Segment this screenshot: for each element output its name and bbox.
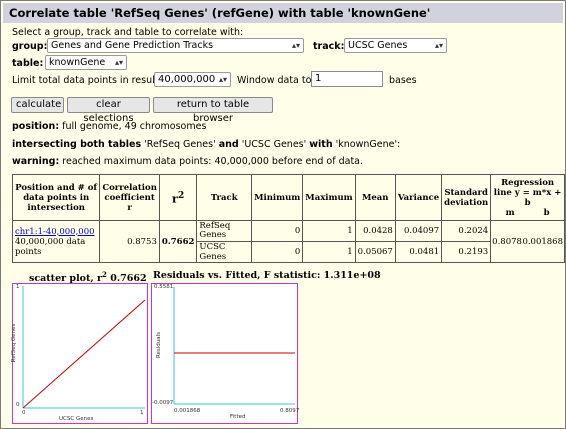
- regression-m: 0.8078: [492, 236, 522, 247]
- group-select[interactable]: Genes and Gene Prediction Tracks ▴▾: [47, 38, 304, 53]
- table-select-value: knownGene: [49, 57, 106, 68]
- header-m: m: [505, 207, 515, 218]
- track-name: UCSC Genes: [196, 241, 253, 263]
- position-value: full genome, 49 chromosomes: [62, 121, 207, 132]
- header-stddev: Standard deviation: [441, 174, 492, 221]
- calculate-button[interactable]: calculate: [11, 97, 64, 113]
- position-link[interactable]: chr1:1-40,000,000: [15, 227, 97, 237]
- header-b: b: [543, 207, 550, 218]
- table-row: chr1:1-40,000,000 40,000,000 data points…: [11, 220, 565, 263]
- header-r2-sup: 2: [177, 189, 185, 201]
- position-line: position: full genome, 49 chromosomes: [12, 121, 206, 132]
- limit-label: Limit total data points in result:: [12, 75, 162, 86]
- clear-selections-button[interactable]: clear selections: [67, 97, 150, 124]
- results-table: Position and # of data points in interse…: [11, 174, 565, 263]
- residuals-y-label: Residuals: [156, 331, 163, 359]
- track-select-value: UCSC Genes: [348, 40, 408, 51]
- window-input[interactable]: 1: [311, 71, 383, 87]
- scatter-y-label: RefSeq Genes: [11, 323, 18, 363]
- warning-value: reached maximum data points: 40,000,000 …: [62, 156, 364, 167]
- regression-cell: 0.8078 0.001868: [490, 220, 565, 263]
- header-regression-label: Regression line y = m*x + b: [493, 177, 562, 208]
- regression-b: 0.001868: [522, 236, 563, 247]
- header-mean: Mean: [354, 174, 396, 221]
- header-r2: r2: [158, 174, 198, 221]
- intersect-line: intersecting both tables 'RefSeq Genes' …: [12, 139, 400, 150]
- group-select-value: Genes and Gene Prediction Tracks: [51, 40, 214, 51]
- variance-value: 0.0481: [394, 241, 443, 263]
- residuals-x-right: 0.8097: [280, 408, 300, 414]
- stddev-value: 0.2024: [441, 220, 492, 242]
- minimum-value: 0: [251, 220, 304, 242]
- table-label: table:: [12, 58, 44, 69]
- residuals-plot-svg: [173, 287, 295, 405]
- residuals-y-top: 0.5581: [154, 284, 174, 290]
- variance-value: 0.04097: [394, 220, 443, 242]
- warning-line: warning: reached maximum data points: 40…: [12, 156, 363, 167]
- header-maximum: Maximum: [302, 174, 356, 221]
- maximum-value: 1: [302, 241, 356, 263]
- scatter-plot-svg: [22, 286, 146, 409]
- residuals-x-label: Fitted: [230, 414, 246, 420]
- stddev-value: 0.2193: [441, 241, 492, 263]
- return-to-table-browser-button[interactable]: return to table browser: [153, 97, 273, 124]
- intersect-tail: 'knownGene':: [332, 139, 401, 150]
- r2-value: 0.7662: [158, 220, 198, 263]
- window-label: Window data to:: [237, 75, 315, 86]
- intersect-label: intersecting both tables: [12, 139, 142, 150]
- chevron-down-icon: ▴▾: [434, 41, 443, 50]
- residuals-plot: 0.5581 -0.0097 0.001868 0.8097 Fitted Re…: [151, 283, 300, 424]
- track-name: RefSeq Genes: [196, 220, 253, 242]
- position-cell: chr1:1-40,000,000 40,000,000 data points: [11, 220, 101, 263]
- intersect-with: with: [309, 139, 333, 150]
- mean-value: 0.05067: [354, 241, 396, 263]
- table-header-row: Position and # of data points in interse…: [11, 174, 565, 221]
- warning-label: warning:: [12, 156, 60, 167]
- intersect-and: and: [218, 139, 239, 150]
- scatter-x-label: UCSC Genes: [59, 416, 94, 422]
- header-variance: Variance: [394, 174, 443, 221]
- limit-select-value: 40,000,000: [158, 74, 216, 85]
- group-label: group:: [12, 41, 48, 52]
- track-label: track:: [313, 41, 345, 52]
- scatter-title-sup: 2: [102, 270, 107, 279]
- maximum-value: 1: [302, 220, 356, 242]
- residuals-y-bottom: -0.0097: [152, 400, 174, 406]
- table-select[interactable]: knownGene ▴▾: [45, 55, 127, 70]
- header-position: Position and # of data points in interse…: [11, 174, 101, 221]
- header-regression-sub: m b: [491, 208, 564, 218]
- datapoints-count: 40,000,000 data points: [15, 236, 86, 257]
- residuals-x-left: 0.001868: [174, 408, 201, 414]
- window-unit: bases: [389, 75, 417, 86]
- chevron-down-icon: ▴▾: [114, 58, 123, 67]
- limit-select[interactable]: 40,000,000 ▴▾: [154, 72, 231, 87]
- header-regression: Regression line y = m*x + b m b: [490, 174, 565, 221]
- mean-value: 0.0428: [354, 220, 396, 242]
- correlation-value: 0.8753: [99, 220, 160, 263]
- intro-text: Select a group, track and table to corre…: [12, 27, 244, 38]
- header-minimum: Minimum: [251, 174, 304, 221]
- page-frame: Correlate table 'RefSeq Genes' (refGene)…: [0, 0, 566, 429]
- intersect-table2: 'UCSC Genes': [238, 139, 310, 150]
- minimum-value: 0: [251, 241, 304, 263]
- scatter-x-left: 0: [22, 410, 26, 416]
- chevron-down-icon: ▴▾: [291, 41, 300, 50]
- scatter-x-right: 1: [140, 410, 144, 416]
- scatter-regression-line: [22, 299, 146, 409]
- scatter-y-bottom: 0: [16, 402, 20, 408]
- track-select[interactable]: UCSC Genes ▴▾: [344, 38, 447, 53]
- page-title: Correlate table 'RefSeq Genes' (refGene)…: [3, 3, 563, 23]
- scatter-y-top: 1: [16, 284, 20, 290]
- header-track: Track: [196, 174, 253, 221]
- header-correlation: Correlation coefficient r: [99, 174, 160, 221]
- intersect-table1: 'RefSeq Genes': [141, 139, 219, 150]
- chevron-down-icon: ▴▾: [218, 75, 227, 84]
- scatter-plot: 1 0 0 1 UCSC Genes RefSeq Genes: [11, 283, 148, 424]
- position-label: position:: [12, 121, 60, 132]
- residuals-title: Residuals vs. Fitted, F statistic: 1.311…: [153, 270, 381, 281]
